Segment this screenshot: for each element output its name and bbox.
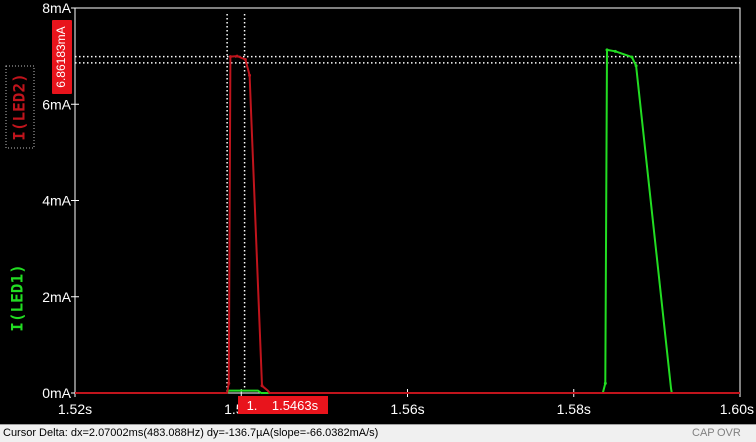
- data-point: [248, 73, 252, 77]
- series-line-iled1: [75, 48, 740, 394]
- cursor-labels: 6.86183mA 1. 1.5463s: [52, 20, 328, 414]
- series-lines: [75, 48, 740, 394]
- data-point: [227, 381, 231, 385]
- data-point: [630, 55, 634, 59]
- y-tick-label: 4mA: [42, 193, 71, 209]
- caps-lock-indicator: CAP: [692, 427, 715, 439]
- cursor-delta-readout: Cursor Delta: dx=2.07002ms(483.088Hz) dy…: [3, 427, 379, 439]
- data-point: [603, 381, 607, 385]
- data-point: [243, 57, 247, 61]
- x-tick-label: 1.58s: [557, 401, 591, 417]
- cursors[interactable]: [75, 14, 740, 393]
- x-tick-label: 1.56s: [390, 401, 424, 417]
- legend-label-led1: I(LED1): [8, 264, 27, 331]
- plot-frame: [74, 7, 741, 394]
- y-tick-label: 0mA: [42, 385, 71, 401]
- data-point: [235, 54, 239, 58]
- status-bar: Cursor Delta: dx=2.07002ms(483.088Hz) dy…: [0, 424, 756, 442]
- overwrite-indicator: OVR: [717, 427, 741, 439]
- y-tick-label: 2mA: [42, 289, 71, 305]
- data-point: [260, 384, 264, 388]
- legend: I(LED2) I(LED1): [5, 65, 35, 332]
- x-tick-label: 1.52s: [58, 401, 92, 417]
- x-tick-label: 1.60s: [720, 401, 754, 417]
- data-point: [605, 48, 609, 52]
- waveform-chart[interactable]: 0mA2mA4mA6mA8mA1.52s1.54s1.56s1.58s1.60s…: [0, 0, 756, 424]
- y-tick-label: 6mA: [42, 96, 71, 112]
- legend-label-led2: I(LED2): [10, 73, 29, 140]
- x-cursor-right-value: 1.5463s: [272, 398, 319, 413]
- data-point: [634, 64, 638, 68]
- axes: [71, 7, 741, 397]
- data-point: [613, 49, 617, 53]
- plot-area[interactable]: 0mA2mA4mA6mA8mA1.52s1.54s1.56s1.58s1.60s…: [0, 0, 756, 424]
- x-cursor-left-value: 1.: [247, 398, 258, 413]
- data-point: [228, 55, 232, 59]
- y-tick-label: 8mA: [42, 0, 71, 16]
- y-cursor-value: 6.86183mA: [54, 26, 68, 87]
